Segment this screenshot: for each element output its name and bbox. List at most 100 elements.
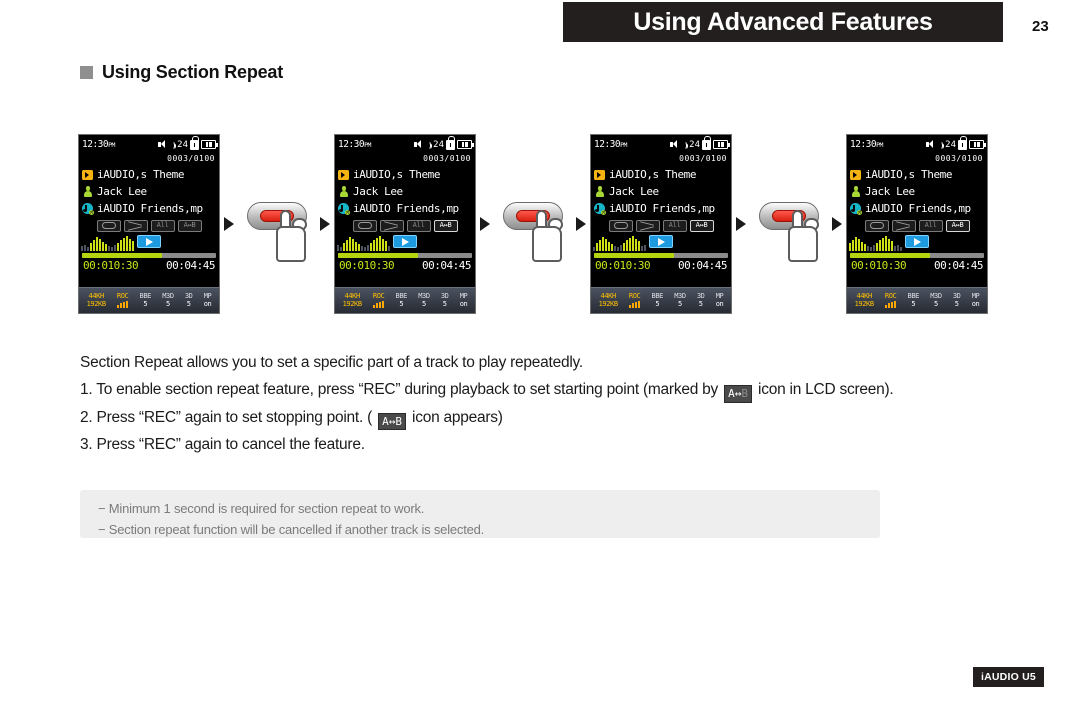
section-heading-label: Using Section Repeat [102, 62, 284, 82]
footer-cell-value: on [971, 299, 980, 308]
speaker-icon [414, 140, 425, 149]
section-repeat-icon[interactable]: A↔B [689, 219, 714, 232]
page-header-bar: Using Advanced Features [563, 2, 1003, 42]
step-3-paragraph: 3. Press “REC” again to cancel the featu… [80, 434, 1010, 457]
artist-icon [850, 186, 861, 197]
track-counter: 0003/0100 [935, 154, 983, 163]
triangle-right-icon [320, 217, 330, 231]
device-lcd-screen-3: 12:30PM 24 0003/0100 iAUDIO,s Theme Jack Lee… [590, 134, 732, 314]
sound-waves-icon [171, 140, 177, 150]
spectrum-bar [629, 238, 631, 251]
rec-button-press-illustration [238, 134, 316, 314]
section-repeat-icon[interactable]: A↔B [945, 219, 970, 232]
footer-cell: 3D 5 [953, 292, 961, 308]
repeat-icon[interactable] [96, 219, 121, 232]
footer-cell-value: 192KB [854, 299, 874, 308]
spectrum-bar [376, 238, 378, 251]
progress-bar[interactable] [82, 253, 216, 258]
spectrum-bar [900, 247, 902, 251]
elapsed-time: 00:010:30 [851, 259, 907, 272]
repeat-all-icon[interactable]: All [662, 219, 687, 232]
triangle-right-icon [736, 217, 746, 231]
spectrum-bar [117, 243, 119, 251]
spectrum-bar [879, 240, 881, 251]
step-1-paragraph: 1. To enable section repeat feature, pre… [80, 379, 1010, 403]
spectrum-bar [349, 237, 351, 251]
spectrum-bar [632, 236, 634, 251]
spectrum-bar [120, 240, 122, 251]
footer-cell-label: ROC [628, 292, 641, 301]
track-info-row: Jack Lee [594, 183, 729, 200]
shuffle-icon[interactable] [635, 219, 660, 232]
track-info-row: Jack Lee [338, 183, 473, 200]
spectrum-analyzer [335, 234, 475, 251]
repeat-icon[interactable] [352, 219, 377, 232]
play-status-icon [905, 235, 929, 248]
total-time: 00:04:45 [678, 259, 727, 272]
shuffle-icon [896, 222, 911, 230]
spectrum-bar [891, 241, 893, 251]
lock-icon [190, 136, 199, 150]
section-repeat-icon[interactable]: A↔B [177, 219, 202, 232]
spectrum-bar [108, 246, 110, 251]
spectrum-bar [885, 236, 887, 251]
step-2-text-post: icon appears) [412, 408, 503, 426]
section-heading: Using Section Repeat [80, 62, 283, 83]
progress-bar[interactable] [338, 253, 472, 258]
repeat-all-icon[interactable]: All [150, 219, 175, 232]
spectrum-bar [373, 240, 375, 251]
progress-bar[interactable] [594, 253, 728, 258]
spectrum-analyzer [847, 234, 987, 251]
track-info-row: iAUDIO,s Theme [850, 166, 985, 183]
footer-cell-value: 5 [911, 299, 916, 308]
spectrum-bar [114, 245, 116, 251]
spectrum-bar [370, 243, 372, 251]
spectrum-bar [617, 247, 619, 251]
spectrum-bar [346, 240, 348, 251]
battery-icon [457, 140, 474, 149]
repeat-all-icon[interactable]: All [406, 219, 431, 232]
section-repeat-icon[interactable]: A↔B [433, 219, 458, 232]
shuffle-icon [384, 222, 399, 230]
spectrum-bar [337, 245, 339, 251]
spectrum-bar [635, 239, 637, 251]
total-time: 00:04:45 [934, 259, 983, 272]
footer-cell-value: 5 [143, 299, 148, 308]
footer-cell: M3D 5 [674, 292, 686, 308]
footer-cell: 44KH 192KB [854, 292, 874, 308]
track-info-row: Jack Lee [850, 183, 985, 200]
shuffle-icon[interactable] [379, 219, 404, 232]
shuffle-icon[interactable] [891, 219, 916, 232]
music-file-icon: M [82, 203, 94, 215]
repeat-all-icon[interactable]: All [918, 219, 943, 232]
spectrum-bar [873, 245, 875, 251]
footer-cell-value: 5 [954, 299, 959, 308]
sound-waves-icon [683, 140, 689, 150]
footer-cell-value: 5 [422, 299, 426, 308]
track-info-row: iAUDIO,s Theme [338, 166, 473, 183]
hand-pointer-icon [276, 210, 310, 264]
device-lcd-screen-4: 12:30PM 24 0003/0100 iAUDIO,s Theme Jack Lee… [846, 134, 988, 314]
footer-cell-value: on [459, 299, 468, 308]
repeat-icon [869, 222, 884, 229]
repeat-icon[interactable] [608, 219, 633, 232]
step-2-paragraph: 2. Press “REC” again to set stopping poi… [80, 407, 1010, 431]
volume-level: 24 [177, 139, 188, 150]
volume-level: 24 [945, 139, 956, 150]
spectrum-analyzer [79, 234, 219, 251]
repeat-icon[interactable] [864, 219, 889, 232]
spectrum-bar [870, 247, 872, 251]
spectrum-bar [888, 239, 890, 251]
spectrum-bar [611, 244, 613, 251]
spectrum-bar [897, 245, 899, 251]
spectrum-bar [641, 246, 643, 251]
speaker-icon [158, 140, 169, 149]
track-counter: 0003/0100 [679, 154, 727, 163]
footer-cell: ROC [373, 292, 385, 308]
shuffle-icon[interactable] [123, 219, 148, 232]
track-info-list: iAUDIO,s Theme Jack Lee MiAUDIO Friends,mp [591, 164, 731, 217]
progress-bar[interactable] [850, 253, 984, 258]
track-info-list: iAUDIO,s Theme Jack Lee MiAUDIO Friends,mp [847, 164, 987, 217]
footer-cell: M3D 5 [930, 292, 942, 308]
spectrum-bar [385, 241, 387, 251]
